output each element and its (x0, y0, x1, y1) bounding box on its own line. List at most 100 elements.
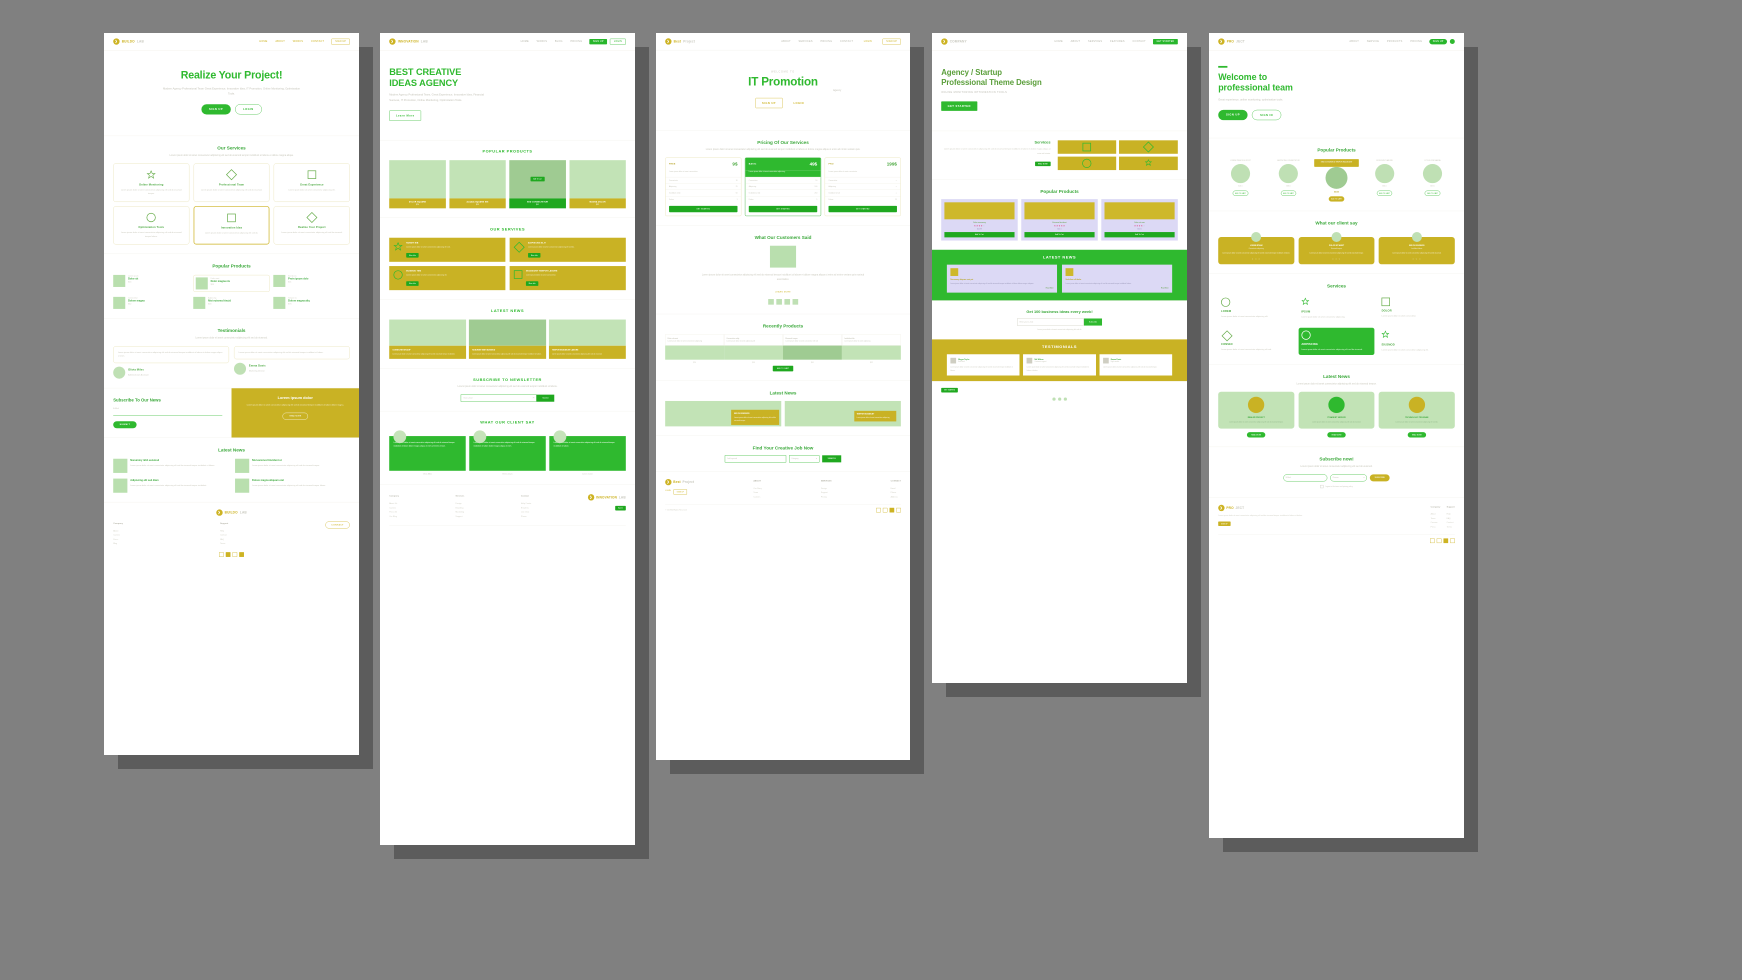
twitter-icon[interactable] (225, 552, 231, 557)
footer-link[interactable]: Support (456, 515, 465, 519)
twitter-icon[interactable] (882, 507, 888, 513)
service-card[interactable]: Great Experience Lorem ipsum dolor sit a… (273, 163, 350, 202)
logo[interactable]: Best Project (665, 38, 695, 45)
terms-checkbox[interactable] (1320, 484, 1324, 489)
carousel-dot[interactable] (1052, 397, 1056, 401)
news-readmore-link[interactable]: Read More (1066, 287, 1169, 289)
instagram-icon[interactable] (889, 507, 895, 513)
product-item-highlighted[interactable]: Dolor amet Dolor magna nis $59 (193, 275, 270, 293)
product-item-highlighted[interactable]: SED DO EIUSMOD TEMPOR INCIDIDUNT $41.00 AD… (1314, 159, 1359, 202)
nav-link[interactable]: ABOUT (1071, 40, 1081, 42)
service-card[interactable]: Professional Team Lorem ipsum dolor sit … (193, 163, 270, 202)
news-card[interactable]: TECHNOLOGY PROGRAM Lorem ipsum dolor sit … (1378, 391, 1455, 438)
add-to-cart-button[interactable]: ADD TO CART (772, 365, 794, 372)
customer-thumbnails[interactable] (665, 298, 901, 305)
footer-link[interactable]: Our Blog (389, 515, 399, 519)
footer-contact-button[interactable]: CONTACT (325, 521, 350, 529)
nav-link[interactable]: CONTACT (311, 40, 324, 42)
landing-page-panel-1[interactable]: BUILDO LAB HOME ABOUT WORKS CONTACT SIGN… (104, 33, 359, 755)
thumbnail-dot[interactable] (768, 298, 774, 305)
nav-link[interactable]: HOME (521, 40, 529, 42)
news-card[interactable]: Sed diam elit dolor Lorem ipsum dolor si… (1061, 264, 1173, 293)
nav-link[interactable]: BLOG (555, 40, 563, 42)
nav-link[interactable]: PRICING (1410, 40, 1422, 42)
logo[interactable]: PRO JECT (1218, 38, 1245, 45)
navbar[interactable]: BUILDO LAB HOME ABOUT WORKS CONTACT SIGN… (104, 33, 359, 51)
facebook-icon[interactable] (876, 507, 881, 513)
footer-signup-button[interactable]: SIGN UP (673, 489, 688, 495)
plan-cta-button[interactable]: GET STARTED (828, 205, 897, 213)
logo[interactable]: INNOVATION LAB (389, 38, 428, 45)
news-item[interactable]: Adipiscing elit sed diam Lorem ipsum dolo… (113, 478, 228, 493)
nav-link[interactable]: CONTACT (1133, 40, 1146, 42)
carousel-dot[interactable] (1063, 397, 1067, 401)
plan-cta-button[interactable]: GET STARTED (748, 205, 818, 213)
service-item-highlighted[interactable]: ADIPISCING Lorem ipsum dolor sit amet con… (1298, 327, 1375, 355)
nav-link[interactable]: WORKS (537, 40, 547, 42)
nav-link[interactable]: WORKS (293, 40, 303, 42)
product-card[interactable]: Dolor sit ame ★ ★ ★ ★ ★ $32.0 Add To Cart (1101, 199, 1178, 241)
landing-page-panel-4[interactable]: COMPANY HOME ABOUT SERVICES FEATURES CON… (932, 33, 1187, 683)
service-card[interactable]: ADIPISCING ELIT Lorem ipsum dolor sit ame… (509, 237, 626, 262)
news-overlay-card[interactable]: SED DO EIUSMOD Lorem ipsum dolor sit ame… (731, 409, 780, 426)
newsletter-subscribe-button[interactable]: Subscribe (1084, 318, 1102, 326)
subscribe-submit-button[interactable]: SUBMIT (113, 421, 137, 429)
footer-link[interactable]: Press (1431, 525, 1441, 529)
news-item[interactable]: Dolore magna aliquam erat Lorem ipsum dol… (235, 478, 350, 493)
product-item[interactable]: Sed do eiu Proin ipsum dolo $41 (273, 275, 350, 292)
nav-links[interactable]: HOME WORKS BLOG PRICING (521, 40, 583, 42)
nav-link[interactable]: SERVICES (799, 40, 813, 42)
service-item[interactable]: LOREM Lorem ipsum dolor sit amet consecte… (1218, 295, 1294, 322)
nav-login-button[interactable]: LOGIN (609, 38, 626, 45)
add-to-cart-button[interactable]: Add To Cart (1024, 232, 1095, 238)
service-tile[interactable] (1057, 156, 1117, 171)
service-card[interactable]: NUMMY NIB Lorem ipsum dolor sit amet cons… (389, 237, 506, 262)
nav-signup-button[interactable]: SIGN UP (331, 38, 350, 45)
product-card[interactable]: MAGNA DOLOR $32 (569, 160, 626, 209)
instagram-icon[interactable] (1443, 538, 1449, 543)
twitter-icon[interactable] (1436, 538, 1442, 543)
hero-signup-button[interactable]: SIGN UP (1218, 109, 1248, 121)
linkedin-icon[interactable] (239, 552, 244, 557)
service-card[interactable]: EUISMOD TEM Lorem ipsum dolor sit amet co… (389, 266, 506, 291)
product-card-highlighted[interactable]: Add To Cart SED CONSECTETUR $41 (509, 160, 566, 209)
nav-link[interactable]: FEATURES (1110, 40, 1125, 42)
nav-signup-button[interactable]: SIGN UP (589, 38, 608, 45)
plan-cta-button[interactable]: GET STARTED (669, 205, 738, 213)
footer-link[interactable]: Address (891, 495, 901, 499)
thumbnail-dot[interactable] (784, 298, 790, 305)
product-card[interactable]: DOLOR SQUARE $24 (389, 160, 446, 209)
nav-signup-button[interactable]: SIGN UP (1429, 38, 1448, 45)
news-card[interactable]: NONUMMY NIBH EUISMOD Lorem ipsum dolor si… (469, 319, 546, 359)
navbar[interactable]: PRO JECT ABOUT SERVICE PRODUCTS PRICING … (1209, 33, 1464, 51)
job-search-button[interactable]: SEARCH (822, 455, 842, 463)
news-card[interactable]: Nonummy aliquam erat pot Lorem ipsum dol… (946, 264, 1058, 293)
navbar[interactable]: COMPANY HOME ABOUT SERVICES FEATURES CON… (932, 33, 1187, 51)
promo-readmore-button[interactable]: READ MORE (282, 412, 308, 420)
footer-signup-button[interactable]: SIGN UP (1218, 521, 1231, 526)
nav-links[interactable]: ABOUT SERVICE PRODUCTS PRICING (1349, 40, 1422, 42)
pricing-card[interactable]: FREE 9$ Lorem ipsum dolor sit amet consec… (665, 157, 742, 217)
service-item[interactable]: DOLOR Lorem ipsum dolor sit amet consecte… (1379, 295, 1455, 322)
navbar[interactable]: Best Project ABOUT SERVICES PRICING CONT… (656, 33, 910, 51)
footer-getstarted-button[interactable]: GET STARTED (941, 388, 958, 393)
newsletter-email-input[interactable]: Your e-mail ✉ (460, 394, 537, 402)
nav-getstarted-button[interactable]: GET STARTED (1152, 38, 1178, 45)
nav-link[interactable]: SERVICES (1088, 40, 1102, 42)
logo[interactable]: BUILDO LAB (113, 38, 144, 45)
news-readmore-link[interactable]: Read More (950, 287, 1054, 289)
news-card[interactable]: IT MARKET SERVICE Lorem ipsum dolor sit a… (1298, 391, 1375, 438)
footer-link[interactable]: Terms (220, 542, 228, 546)
product-item[interactable]: INCIDIDUNT LABORE $32.0 ADD TO CART (1362, 159, 1406, 202)
nav-link[interactable]: ABOUT (781, 40, 791, 42)
footer-link[interactable]: Phone (521, 515, 531, 519)
add-to-cart-button[interactable]: ADD TO CART (1328, 196, 1345, 202)
news-card[interactable]: TEMPOR INCIDIDUNT LABORE Lorem ipsum dolo… (548, 319, 626, 359)
landing-page-panel-5[interactable]: PRO JECT ABOUT SERVICE PRODUCTS PRICING … (1209, 33, 1464, 838)
service-card[interactable]: Online Monitoring Lorem ipsum dolor sit … (113, 163, 190, 202)
hero-signin-button[interactable]: SIGN IN (1251, 109, 1282, 121)
product-item[interactable]: Lorem ipsum Dolor sit $24 (113, 275, 190, 292)
news-card[interactable]: CONSECTETUR ADIP Lorem ipsum dolor sit am… (389, 319, 467, 359)
news-side-card[interactable]: TEMPOR INCIDIDUNT Lorem ipsum dolor sit … (854, 410, 897, 422)
add-to-cart-button[interactable]: Add To Cart (944, 232, 1015, 238)
